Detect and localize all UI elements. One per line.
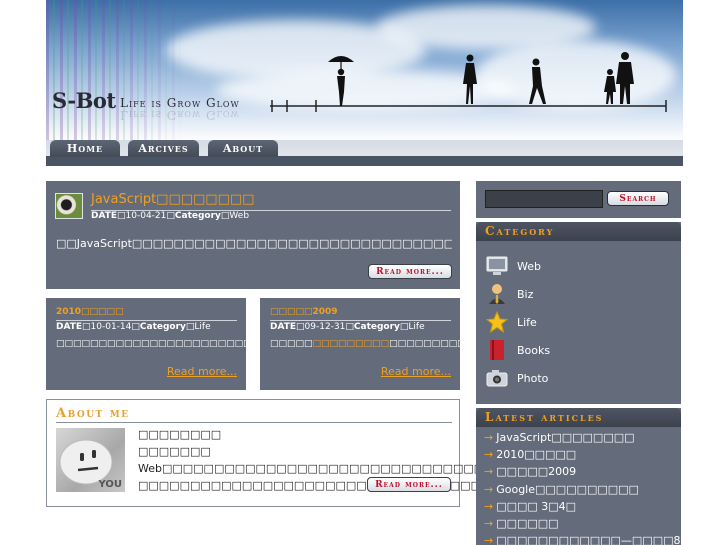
category-item-photo[interactable]: Photo bbox=[486, 367, 548, 389]
featured-post: JavaScript□□□□□□□□ DATE□10-04-21□Categor… bbox=[46, 181, 460, 289]
tab-archives[interactable]: Arcives bbox=[128, 140, 199, 157]
arrow-right-icon: → bbox=[484, 517, 494, 530]
latest-article-link[interactable]: → Google□□□□□□□□□□ bbox=[484, 483, 639, 496]
search-panel: Search bbox=[476, 181, 681, 218]
article-title: □□□□□□ bbox=[496, 517, 559, 530]
category-label: Life bbox=[517, 315, 537, 329]
about-readmore-button[interactable]: Read more... bbox=[367, 477, 451, 492]
post-readmore-link[interactable]: Read more... bbox=[381, 365, 451, 378]
post-excerpt: □□□□□□□□□□□□□□□□□□□□□□□□1□□□□□□□□□□□□□□□… bbox=[270, 338, 692, 351]
category-label: Photo bbox=[517, 371, 549, 385]
category-item-biz[interactable]: Biz bbox=[486, 283, 533, 305]
excerpt-highlight-link[interactable]: □□□□□□□□□ bbox=[313, 339, 390, 349]
category-item-web[interactable]: Web bbox=[486, 255, 541, 277]
article-title: □□□□□2009 bbox=[496, 465, 577, 478]
date-label: DATE bbox=[270, 322, 297, 332]
category-label: Category bbox=[174, 211, 221, 221]
about-me-box: About me YOU □□□□□□□□ □□□□□□□ Web□□□□□□□… bbox=[46, 399, 505, 507]
tab-about[interactable]: About bbox=[208, 140, 278, 157]
category-label: Web bbox=[517, 259, 541, 273]
post-card-1: 2010□□□□□ DATE□10-01-14□Category□Life □□… bbox=[46, 298, 484, 390]
search-input[interactable] bbox=[485, 190, 603, 208]
about-line-2: □□□□□□□ Web□□□□□□□□□□□□□□□□□□□□□□□□□□□□□… bbox=[138, 445, 505, 475]
post-thumbnail bbox=[55, 193, 83, 219]
about-line-1: □□□□□□□□ bbox=[138, 428, 222, 441]
title-divider bbox=[270, 320, 451, 321]
post-date: □10-04-21□ bbox=[117, 211, 175, 221]
latest-articles-heading: Latest articles bbox=[476, 408, 681, 427]
user-tie-icon bbox=[486, 283, 508, 305]
category-label: Category bbox=[353, 322, 400, 332]
category-label: Category bbox=[139, 322, 186, 332]
about-title: About me bbox=[56, 406, 130, 421]
latest-article-link[interactable]: → □□□□ 3□4□ bbox=[484, 500, 576, 513]
post-meta: DATE□10-01-14□Category□Life bbox=[56, 322, 211, 332]
post-date: □10-01-14□ bbox=[82, 322, 140, 332]
excerpt-start: □□□□□ bbox=[270, 339, 313, 349]
category-label: Books bbox=[517, 343, 551, 357]
category-label: Biz bbox=[517, 287, 534, 301]
monitor-icon bbox=[486, 255, 508, 277]
article-title: □□□□ 3□4□ bbox=[496, 500, 577, 513]
date-label: DATE bbox=[56, 322, 83, 332]
featured-post-title[interactable]: JavaScript□□□□□□□□ bbox=[91, 192, 254, 207]
category-panel: Category Web Biz Life Books Photo bbox=[476, 222, 681, 404]
book-icon bbox=[486, 339, 508, 361]
article-title: Google□□□□□□□□□□ bbox=[496, 483, 639, 496]
latest-articles-panel: Latest articles → JavaScript□□□□□□□□ → 201… bbox=[476, 408, 727, 545]
post-title[interactable]: 2010□□□□□ bbox=[56, 307, 124, 317]
search-button[interactable]: Search bbox=[607, 191, 669, 206]
latest-article-link[interactable]: → □□□□□□□□□□□□—□□□□83□□□□□□ bbox=[484, 534, 727, 545]
post-excerpt: □□□□□□□□□□□□□□□□□□□□□□□14□□□□□□□□□□□□□□□… bbox=[56, 338, 484, 351]
arrow-right-icon: → bbox=[484, 465, 494, 478]
about-avatar-caption: YOU bbox=[98, 479, 122, 490]
latest-article-link[interactable]: → JavaScript□□□□□□□□ bbox=[484, 431, 635, 444]
post-category[interactable]: □Web bbox=[221, 211, 249, 221]
title-divider bbox=[56, 320, 237, 321]
arrow-right-icon: → bbox=[484, 448, 494, 461]
latest-article-link[interactable]: → 2010□□□□□ bbox=[484, 448, 576, 461]
post-title[interactable]: □□□□□2009 bbox=[270, 307, 338, 317]
arrow-right-icon: → bbox=[484, 500, 494, 513]
arrow-right-icon: → bbox=[484, 534, 494, 545]
post-card-2: □□□□□2009 DATE□09-12-31□Category□Life □□… bbox=[260, 298, 692, 390]
featured-post-meta: DATE□10-04-21□Category□Web bbox=[91, 211, 249, 221]
article-title: 2010□□□□□ bbox=[496, 448, 577, 461]
date-label: DATE bbox=[91, 211, 118, 221]
tagline-reflection: Life is Grow Glow bbox=[120, 108, 240, 122]
camera-icon bbox=[486, 367, 508, 389]
category-item-life[interactable]: Life bbox=[486, 311, 537, 333]
post-date: □09-12-31□ bbox=[296, 322, 354, 332]
category-heading: Category bbox=[476, 222, 681, 241]
nav-strip bbox=[46, 156, 683, 166]
arrow-right-icon: → bbox=[484, 483, 494, 496]
tab-home[interactable]: Home bbox=[50, 140, 120, 157]
category-item-books[interactable]: Books bbox=[486, 339, 550, 361]
featured-post-excerpt: □□JavaScript□□□□□□□□□□□□□□□□□□□□□□□□□□□□… bbox=[56, 237, 452, 250]
silhouette-illustration bbox=[270, 52, 667, 112]
about-avatar: YOU bbox=[56, 428, 125, 492]
article-title: JavaScript□□□□□□□□ bbox=[496, 431, 635, 444]
featured-readmore-button[interactable]: Read more... bbox=[368, 264, 452, 279]
title-divider bbox=[56, 422, 452, 423]
page: S-Bot Life is Grow Glow Life is Grow Glo… bbox=[0, 0, 727, 545]
article-title: □□□□□□□□□□□□—□□□□83□□□□□□ bbox=[496, 534, 727, 545]
latest-article-link[interactable]: → □□□□□2009 bbox=[484, 465, 576, 478]
star-icon bbox=[486, 311, 508, 333]
post-category[interactable]: □Life bbox=[400, 322, 425, 332]
post-meta: DATE□09-12-31□Category□Life bbox=[270, 322, 425, 332]
latest-article-link[interactable]: → □□□□□□ bbox=[484, 517, 559, 530]
post-readmore-link[interactable]: Read more... bbox=[167, 365, 237, 378]
arrow-right-icon: → bbox=[484, 431, 494, 444]
site-logo[interactable]: S-Bot bbox=[52, 88, 116, 113]
post-category[interactable]: □Life bbox=[186, 322, 211, 332]
